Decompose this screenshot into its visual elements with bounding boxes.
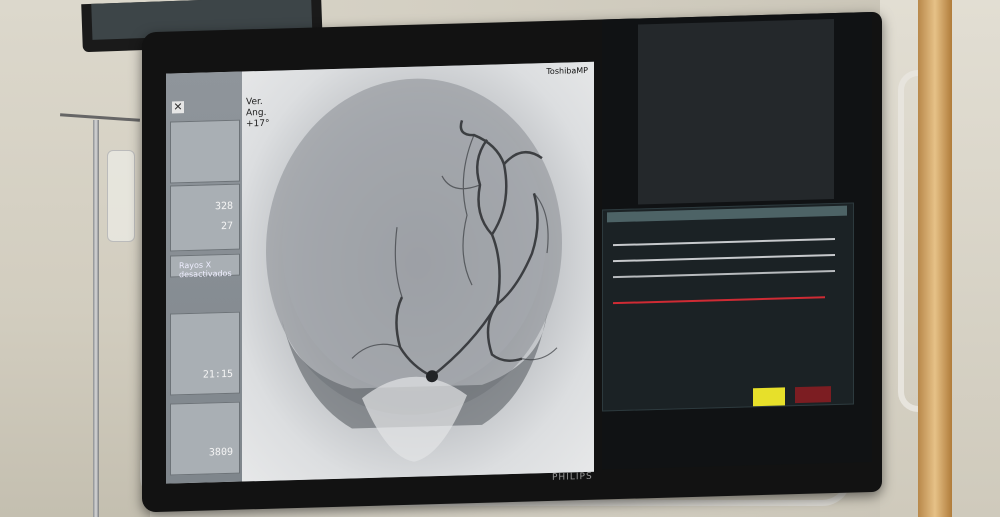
xray-status-caption: Rayos X desactivados	[179, 260, 232, 280]
angiography-screen: ✕ 328 27 Rayos X desactivados 21:15 3809…	[166, 61, 594, 484]
angiogram-image: ToshibaMP Ver. Ang. +17°	[242, 61, 594, 482]
wall-left	[0, 0, 150, 517]
trace-line-2	[613, 253, 835, 263]
monitor-mount-arm	[918, 0, 952, 517]
room-camera-feed	[638, 19, 834, 205]
info-value-1: 328	[214, 200, 233, 213]
iv-bag	[107, 150, 135, 242]
info-box-time: 21:15	[170, 311, 240, 396]
patient-monitor-screen	[602, 11, 872, 470]
iv-pole	[93, 120, 99, 517]
vitals-header-bar	[607, 205, 847, 223]
info-box-status: Rayos X desactivados	[170, 253, 240, 280]
alarm-indicator-yellow	[753, 387, 785, 407]
close-icon[interactable]: ✕	[172, 100, 184, 114]
alarm-indicator-red	[795, 386, 831, 404]
vitals-panel	[602, 202, 854, 412]
trace-line-1	[613, 237, 835, 247]
skull-angiogram-svg	[266, 78, 562, 462]
info-dose: 3809	[208, 446, 233, 459]
trace-line-3	[613, 269, 835, 279]
info-value-2: 27	[220, 220, 233, 233]
trace-line-red	[613, 296, 825, 305]
info-box-top	[170, 119, 240, 184]
info-box-dose: 3809	[170, 401, 240, 476]
monitor-brand-logo: PHILIPS	[552, 471, 593, 483]
acquisition-info-panel: ✕ 328 27 Rayos X desactivados 21:15 3809	[166, 71, 242, 484]
display-monitor: ✕ 328 27 Rayos X desactivados 21:15 3809…	[142, 11, 882, 513]
info-box-counters: 328 27	[170, 183, 240, 252]
info-time: 21:15	[202, 368, 233, 381]
